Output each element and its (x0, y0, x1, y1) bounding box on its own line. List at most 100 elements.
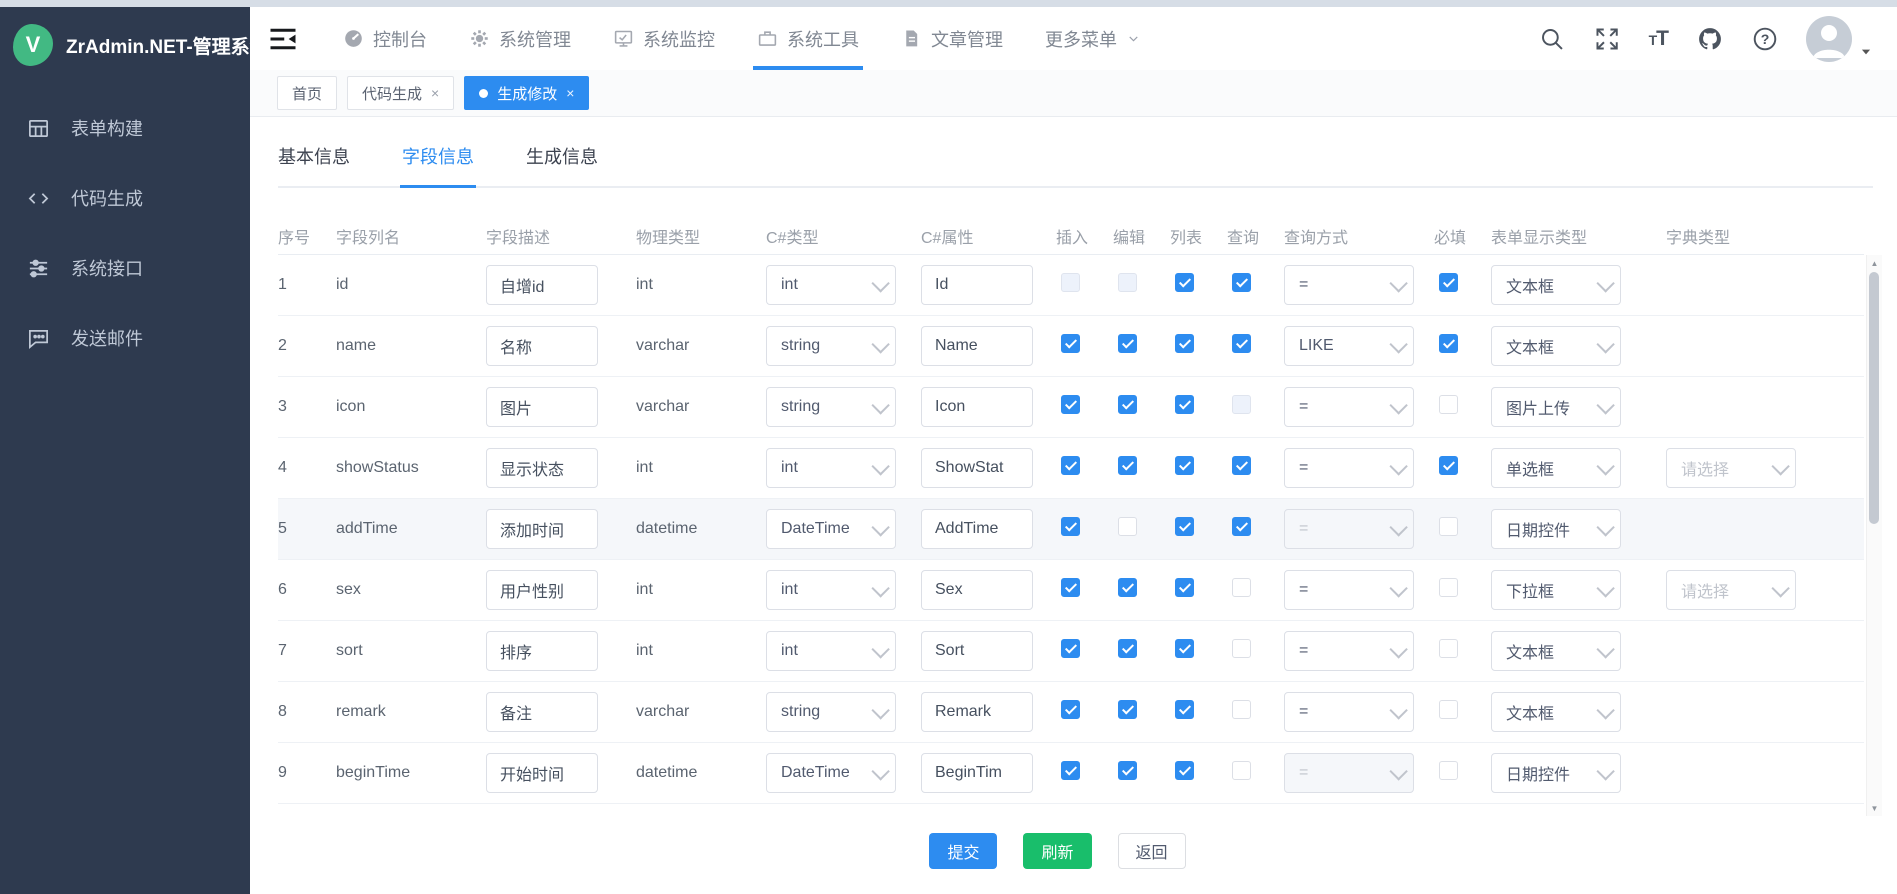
list-checkbox[interactable] (1175, 761, 1194, 780)
csharp-type-select[interactable]: int (766, 631, 896, 671)
query-type-select[interactable]: = (1284, 448, 1414, 488)
nav-item-系统工具[interactable]: 系统工具 (757, 7, 859, 70)
field-description-input[interactable]: 名称 (486, 326, 598, 366)
提交-button[interactable]: 提交 (929, 833, 997, 869)
query-checkbox[interactable] (1232, 639, 1251, 658)
insert-checkbox[interactable] (1061, 334, 1080, 353)
query-type-select[interactable]: LIKE (1284, 326, 1414, 366)
sidebar-item-表单构建[interactable]: 表单构建 (0, 93, 250, 163)
query-checkbox[interactable] (1232, 761, 1251, 780)
field-description-input[interactable]: 排序 (486, 631, 598, 671)
display-type-select[interactable]: 文本框 (1491, 326, 1621, 366)
csharp-property-input[interactable]: Name (921, 326, 1033, 366)
fullscreen-icon[interactable] (1594, 26, 1620, 52)
tab-基本信息[interactable]: 基本信息 (278, 143, 350, 186)
query-type-select[interactable]: = (1284, 692, 1414, 732)
insert-checkbox[interactable] (1061, 639, 1080, 658)
dict-type-select[interactable]: 请选择 (1666, 448, 1796, 488)
tag-chip-首页[interactable]: 首页 (277, 76, 337, 110)
required-checkbox[interactable] (1439, 578, 1458, 597)
field-description-input[interactable]: 添加时间 (486, 509, 598, 549)
field-description-input[interactable]: 显示状态 (486, 448, 598, 488)
edit-checkbox[interactable] (1118, 700, 1137, 719)
field-description-input[interactable]: 用户性别 (486, 570, 598, 610)
csharp-property-input[interactable]: Sort (921, 631, 1033, 671)
app-logo[interactable]: V ZrAdmin.NET-管理系统 (0, 7, 250, 83)
display-type-select[interactable]: 文本框 (1491, 692, 1621, 732)
csharp-property-input[interactable]: ShowStat (921, 448, 1033, 488)
tag-chip-生成修改[interactable]: 生成修改× (464, 76, 589, 110)
csharp-type-select[interactable]: DateTime (766, 509, 896, 549)
table-scrollbar[interactable]: ▲ ▼ (1866, 255, 1882, 816)
edit-checkbox[interactable] (1118, 578, 1137, 597)
query-type-select[interactable]: = (1284, 570, 1414, 610)
field-description-input[interactable]: 备注 (486, 692, 598, 732)
csharp-property-input[interactable]: Remark (921, 692, 1033, 732)
field-description-input[interactable]: 自增id (486, 265, 598, 305)
font-size-icon[interactable]: TT (1649, 28, 1668, 49)
field-description-input[interactable]: 开始时间 (486, 753, 598, 793)
nav-item-更多菜单[interactable]: 更多菜单 (1045, 7, 1141, 70)
list-checkbox[interactable] (1175, 395, 1194, 414)
github-icon[interactable] (1697, 26, 1723, 52)
list-checkbox[interactable] (1175, 639, 1194, 658)
sidebar-item-发送邮件[interactable]: 发送邮件 (0, 303, 250, 373)
scroll-down-icon[interactable]: ▼ (1867, 800, 1882, 816)
csharp-type-select[interactable]: DateTime (766, 753, 896, 793)
list-checkbox[interactable] (1175, 700, 1194, 719)
query-checkbox[interactable] (1232, 578, 1251, 597)
display-type-select[interactable]: 日期控件 (1491, 509, 1621, 549)
返回-button[interactable]: 返回 (1118, 833, 1186, 869)
required-checkbox[interactable] (1439, 273, 1458, 292)
search-icon[interactable] (1539, 26, 1565, 52)
query-checkbox[interactable] (1232, 273, 1251, 292)
dict-type-select[interactable]: 请选择 (1666, 570, 1796, 610)
insert-checkbox[interactable] (1061, 578, 1080, 597)
csharp-type-select[interactable]: string (766, 692, 896, 732)
display-type-select[interactable]: 文本框 (1491, 265, 1621, 305)
collapse-menu-icon[interactable] (268, 24, 298, 54)
required-checkbox[interactable] (1439, 761, 1458, 780)
display-type-select[interactable]: 下拉框 (1491, 570, 1621, 610)
avatar[interactable] (1806, 16, 1852, 62)
csharp-type-select[interactable]: int (766, 570, 896, 610)
user-caret-down-icon[interactable] (1859, 45, 1873, 59)
required-checkbox[interactable] (1439, 395, 1458, 414)
csharp-type-select[interactable]: string (766, 326, 896, 366)
list-checkbox[interactable] (1175, 456, 1194, 475)
close-tag-icon[interactable]: × (431, 85, 439, 101)
field-description-input[interactable]: 图片 (486, 387, 598, 427)
sidebar-item-系统接口[interactable]: 系统接口 (0, 233, 250, 303)
scroll-up-icon[interactable]: ▲ (1867, 255, 1882, 271)
query-type-select[interactable]: = (1284, 265, 1414, 305)
csharp-property-input[interactable]: AddTime (921, 509, 1033, 549)
insert-checkbox[interactable] (1061, 761, 1080, 780)
csharp-type-select[interactable]: int (766, 265, 896, 305)
csharp-property-input[interactable]: Sex (921, 570, 1033, 610)
close-tag-icon[interactable]: × (566, 85, 574, 101)
scrollbar-thumb[interactable] (1869, 272, 1879, 524)
list-checkbox[interactable] (1175, 273, 1194, 292)
display-type-select[interactable]: 单选框 (1491, 448, 1621, 488)
insert-checkbox[interactable] (1061, 700, 1080, 719)
query-checkbox[interactable] (1232, 700, 1251, 719)
required-checkbox[interactable] (1439, 639, 1458, 658)
edit-checkbox[interactable] (1118, 517, 1137, 536)
edit-checkbox[interactable] (1118, 761, 1137, 780)
required-checkbox[interactable] (1439, 517, 1458, 536)
display-type-select[interactable]: 日期控件 (1491, 753, 1621, 793)
nav-item-控制台[interactable]: 控制台 (343, 7, 427, 70)
edit-checkbox[interactable] (1118, 334, 1137, 353)
list-checkbox[interactable] (1175, 517, 1194, 536)
required-checkbox[interactable] (1439, 334, 1458, 353)
insert-checkbox[interactable] (1061, 395, 1080, 414)
edit-checkbox[interactable] (1118, 456, 1137, 475)
csharp-property-input[interactable]: BeginTim (921, 753, 1033, 793)
csharp-property-input[interactable]: Id (921, 265, 1033, 305)
edit-checkbox[interactable] (1118, 395, 1137, 414)
tag-chip-代码生成[interactable]: 代码生成× (347, 76, 454, 110)
query-checkbox[interactable] (1232, 517, 1251, 536)
required-checkbox[interactable] (1439, 700, 1458, 719)
display-type-select[interactable]: 文本框 (1491, 631, 1621, 671)
insert-checkbox[interactable] (1061, 517, 1080, 536)
